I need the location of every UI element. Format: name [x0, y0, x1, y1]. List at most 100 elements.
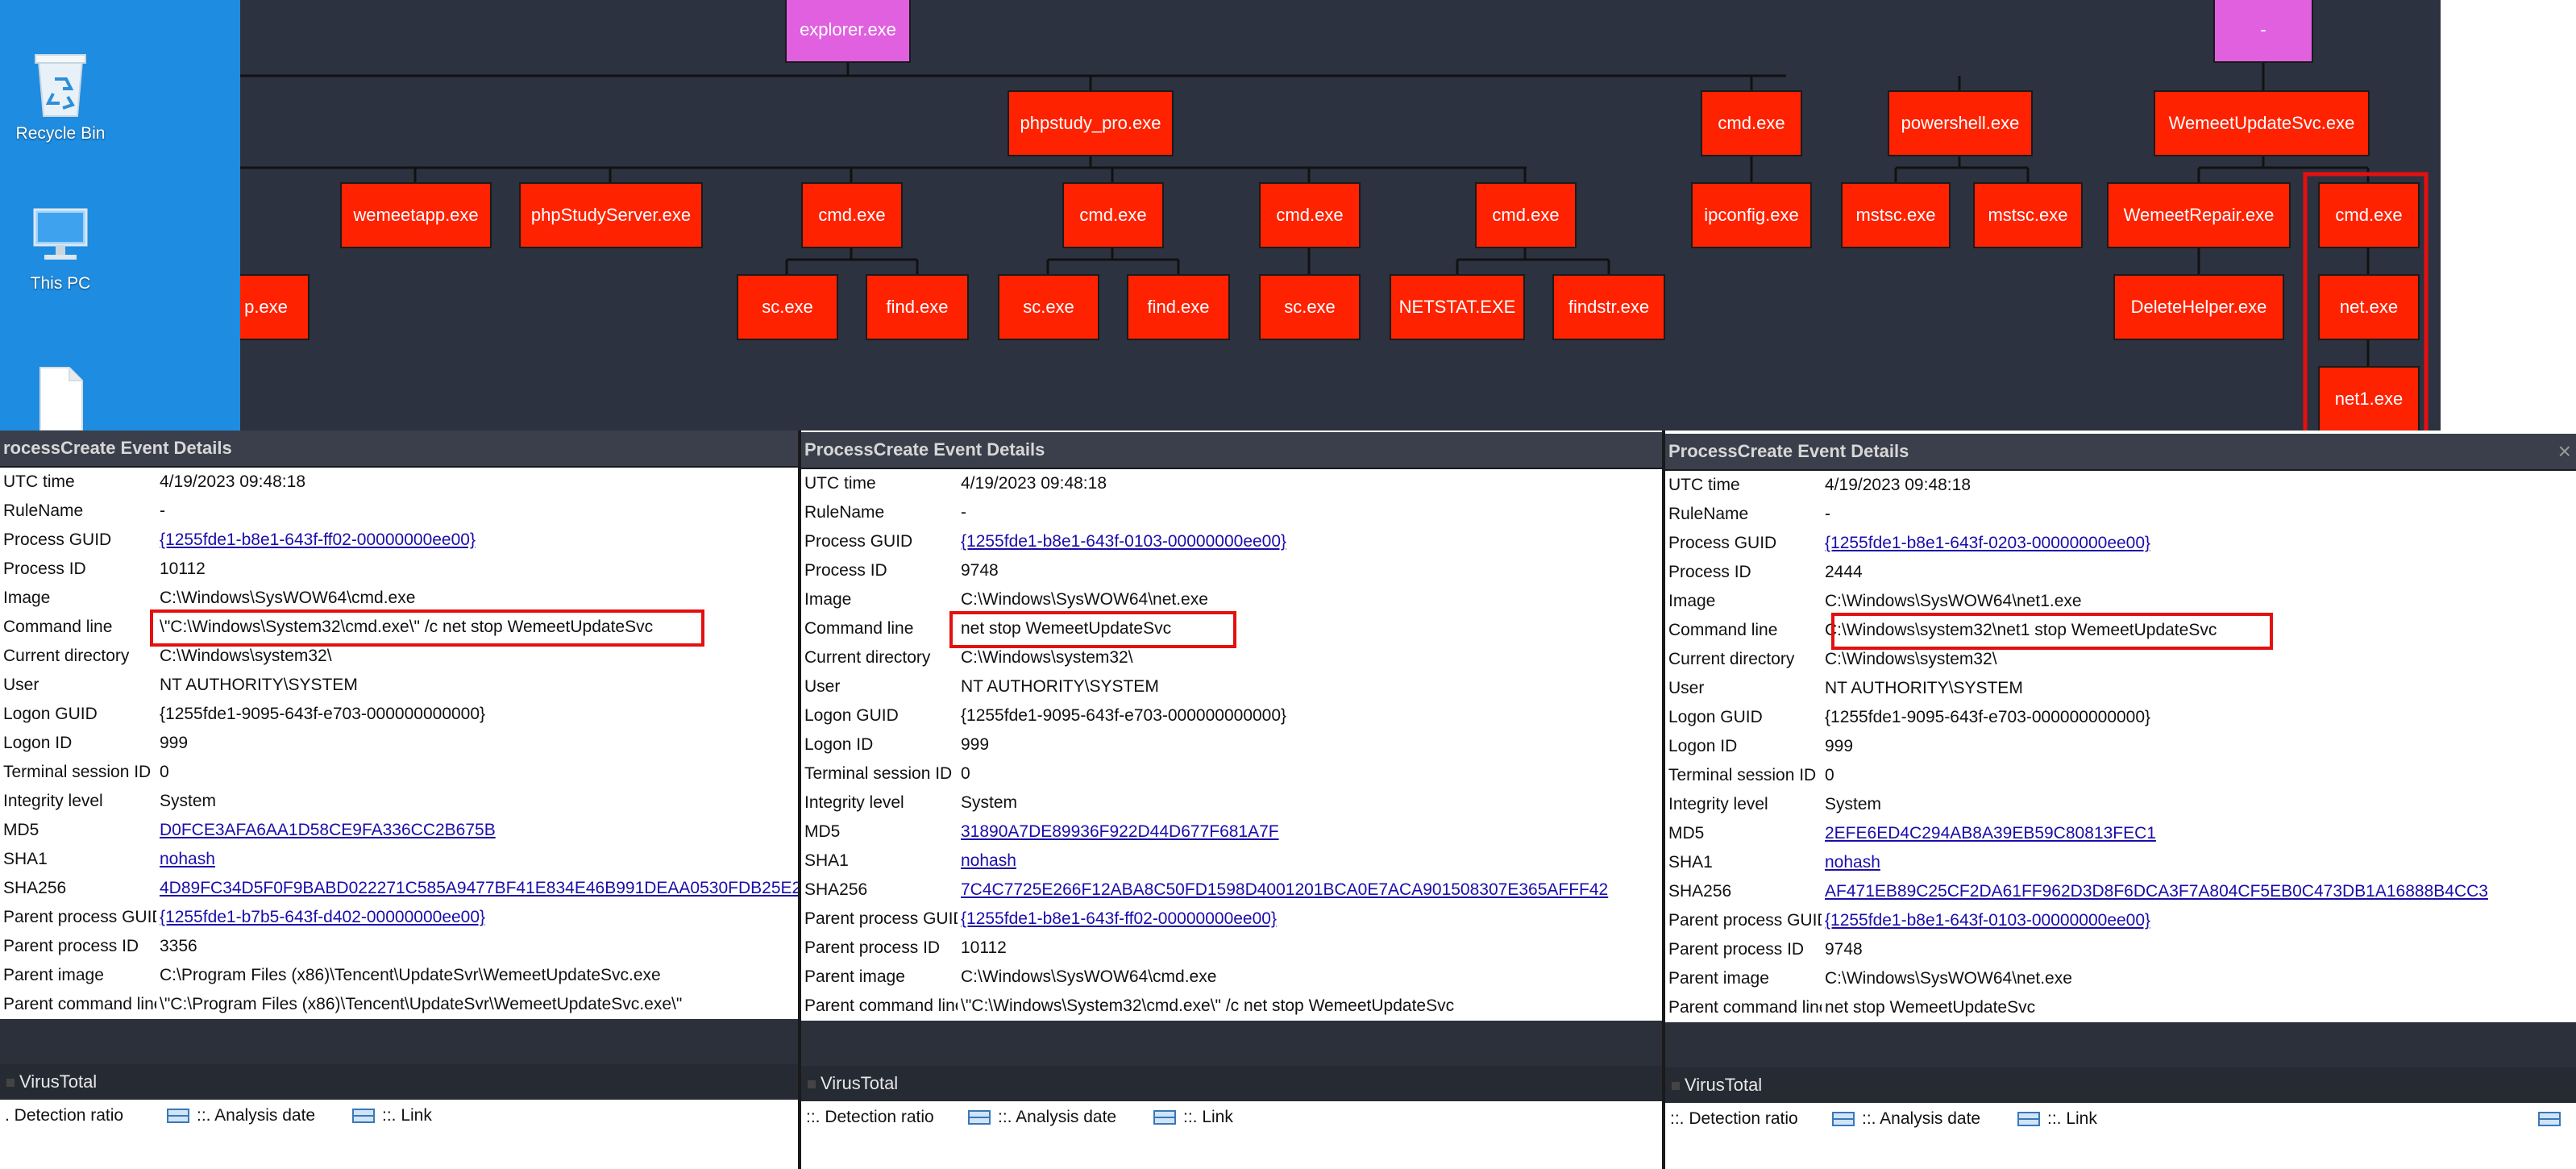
process-graph[interactable]: explorer.exe - phpstudy_pro.exe cmd.exe … — [240, 0, 2441, 431]
node-sc[interactable]: sc.exe — [998, 274, 1099, 340]
field-label: Integrity level — [3, 792, 103, 810]
field-label: MD5 — [1668, 824, 1705, 842]
recycle-bin-label: Recycle Bin — [15, 124, 106, 143]
field-label: MD5 — [804, 822, 841, 841]
node-phpstudyserver[interactable]: phpStudyServer.exe — [519, 182, 703, 248]
column-header[interactable]: ::. Analysis date — [967, 1101, 1116, 1134]
field-value-link[interactable]: {1255fde1-b7b5-643f-d402-00000000ee00} — [160, 903, 485, 932]
field-value-link[interactable]: D0FCE3AFA6AA1D58CE9FA336CC2B675B — [160, 816, 496, 845]
field-label: SHA1 — [3, 850, 48, 868]
details-row: Process GUID {1255fde1-b8e1-643f-0203-000… — [1665, 529, 2576, 558]
field-value-link[interactable]: {1255fde1-b8e1-643f-0203-00000000ee00} — [1825, 529, 2150, 558]
field-value-link[interactable]: 4D89FC34D5F0F9BABD022271C585A9477BF41E83… — [160, 874, 798, 903]
details-row: Image C:\Windows\SysWOW64\cmd.exe — [0, 584, 798, 613]
details-row: Terminal session ID 0 — [1665, 761, 2576, 790]
details-row: Process GUID {1255fde1-b8e1-643f-0103-000… — [801, 527, 1662, 556]
node-partial-exe[interactable]: p.exe — [240, 274, 310, 340]
node-findstr[interactable]: findstr.exe — [1552, 274, 1665, 340]
column-header[interactable]: ::. Detection ratio — [806, 1101, 934, 1134]
field-value-link[interactable]: 2EFE6ED4C294AB8A39EB59C80813FEC1 — [1825, 819, 2156, 848]
field-value: 10112 — [160, 560, 206, 578]
column-sort-icon — [167, 1109, 189, 1124]
field-label: Terminal session ID — [804, 764, 953, 783]
node-phpstudy-pro[interactable]: phpstudy_pro.exe — [1008, 90, 1174, 156]
node-sc[interactable]: sc.exe — [737, 274, 838, 340]
field-value-link[interactable]: nohash — [1825, 848, 1880, 877]
field-value: System — [160, 792, 217, 810]
node-cmd[interactable]: cmd.exe — [801, 182, 903, 248]
column-header[interactable]: ::. Analysis date — [166, 1100, 315, 1132]
node-mstsc[interactable]: mstsc.exe — [1841, 182, 1951, 248]
field-label: Command line — [1668, 621, 1778, 639]
node-powershell[interactable]: powershell.exe — [1888, 90, 2033, 156]
details-row: SHA256 7C4C7725E266F12ABA8C50FD1598D40012… — [801, 876, 1662, 905]
field-label: UTC time — [804, 474, 876, 493]
field-label: Logon GUID — [1668, 708, 1763, 726]
column-header[interactable]: ::. Link — [1153, 1101, 1233, 1134]
details-row: Parent process GUID {1255fde1-b7b5-643f-d… — [0, 903, 798, 932]
field-value-link[interactable]: {1255fde1-b8e1-643f-0103-00000000ee00} — [961, 527, 1286, 556]
field-value-link[interactable]: 31890A7DE89936F922D44D677F681A7F — [961, 817, 1279, 847]
field-value-link[interactable]: {1255fde1-b8e1-643f-ff02-00000000ee00} — [160, 526, 476, 555]
details-row: RuleName - — [1665, 500, 2576, 529]
panel-title: ProcessCreate Event Details — [1665, 434, 2576, 469]
node-cmd[interactable]: cmd.exe — [1062, 182, 1164, 248]
column-header[interactable]: . Detection ratio — [5, 1100, 123, 1132]
column-header[interactable]: ::. Analysis date — [1831, 1103, 1980, 1135]
field-value-link[interactable]: {1255fde1-b8e1-643f-0103-00000000ee00} — [1825, 906, 2150, 935]
panel-title: ProcessCreate Event Details — [801, 432, 1662, 468]
node-wemeetupdatesvc[interactable]: WemeetUpdateSvc.exe — [2154, 90, 2370, 156]
panel-divider[interactable] — [1662, 431, 1665, 1169]
node-unknown-parent[interactable]: - — [2213, 0, 2313, 63]
details-row: MD5 D0FCE3AFA6AA1D58CE9FA336CC2B675B — [0, 816, 798, 845]
field-value-link[interactable]: AF471EB89C25CF2DA61FF962D3D8F6DCA3F7A804… — [1825, 877, 2488, 906]
field-label: User — [1668, 679, 1705, 697]
column-sort-icon — [1153, 1110, 1176, 1125]
field-label: UTC time — [3, 472, 75, 491]
column-header-label: ::. Link — [382, 1106, 432, 1125]
column-header[interactable]: ::. Detection ratio — [1670, 1103, 1798, 1135]
node-find[interactable]: find.exe — [1127, 274, 1230, 340]
close-icon[interactable]: × — [2558, 434, 2571, 469]
column-sort-icon[interactable] — [2537, 1109, 2561, 1129]
details-row: Terminal session ID 0 — [801, 759, 1662, 788]
node-find[interactable]: find.exe — [866, 274, 969, 340]
node-deletehelper[interactable]: DeleteHelper.exe — [2113, 274, 2284, 340]
field-value-link[interactable]: nohash — [961, 847, 1016, 876]
node-net1[interactable]: net1.exe — [2318, 366, 2420, 431]
node-cmd[interactable]: cmd.exe — [1701, 90, 1802, 156]
node-sc[interactable]: sc.exe — [1259, 274, 1361, 340]
field-label: Image — [1668, 592, 1716, 610]
field-value: 4/19/2023 09:48:18 — [1825, 476, 1971, 494]
computer-icon — [33, 208, 88, 260]
desktop-icon-this-pc[interactable]: This PC — [0, 205, 121, 293]
details-row: UTC time 4/19/2023 09:48:18 — [0, 468, 798, 497]
details-row: Integrity level System — [0, 787, 798, 816]
field-value-link[interactable]: nohash — [160, 845, 215, 874]
node-mstsc[interactable]: mstsc.exe — [1973, 182, 2083, 248]
column-header[interactable]: ::. Link — [2017, 1103, 2097, 1135]
node-explorer[interactable]: explorer.exe — [785, 0, 911, 63]
node-cmd[interactable]: cmd.exe — [1259, 182, 1361, 248]
node-ipconfig[interactable]: ipconfig.exe — [1691, 182, 1812, 248]
field-value-link[interactable]: 7C4C7725E266F12ABA8C50FD1598D4001201BCA0… — [961, 876, 1608, 905]
node-cmd-selected[interactable]: cmd.exe — [2318, 182, 2420, 248]
column-header[interactable]: ::. Link — [351, 1100, 432, 1132]
details-table: UTC time 4/19/2023 09:48:18 RuleName - Proce… — [801, 468, 1662, 1021]
desktop-icon-recycle-bin[interactable]: Recycle Bin — [0, 47, 121, 144]
event-details-panel: ProcessCreate Event Details × UTC time 4/19… — [1665, 434, 2576, 1169]
node-netstat[interactable]: NETSTAT.EXE — [1390, 274, 1525, 340]
details-row: UTC time 4/19/2023 09:48:18 — [801, 469, 1662, 498]
field-label: Image — [804, 590, 852, 609]
node-cmd[interactable]: cmd.exe — [1475, 182, 1577, 248]
node-wemeetapp[interactable]: wemeetapp.exe — [340, 182, 492, 248]
panel-divider[interactable] — [798, 431, 801, 1169]
field-value: 0 — [1825, 766, 1834, 784]
node-wemeetrepair[interactable]: WemeetRepair.exe — [2107, 182, 2291, 248]
virustotal-columns: ::. Detection ratio::. Analysis date::. … — [801, 1101, 1662, 1140]
field-value-link[interactable]: {1255fde1-b8e1-643f-ff02-00000000ee00} — [961, 905, 1277, 934]
details-row: Process GUID {1255fde1-b8e1-643f-ff02-000… — [0, 526, 798, 555]
desktop-icon-file[interactable] — [0, 364, 121, 435]
field-value: C:\Windows\SysWOW64\net.exe — [961, 590, 1208, 609]
node-net[interactable]: net.exe — [2318, 274, 2420, 340]
